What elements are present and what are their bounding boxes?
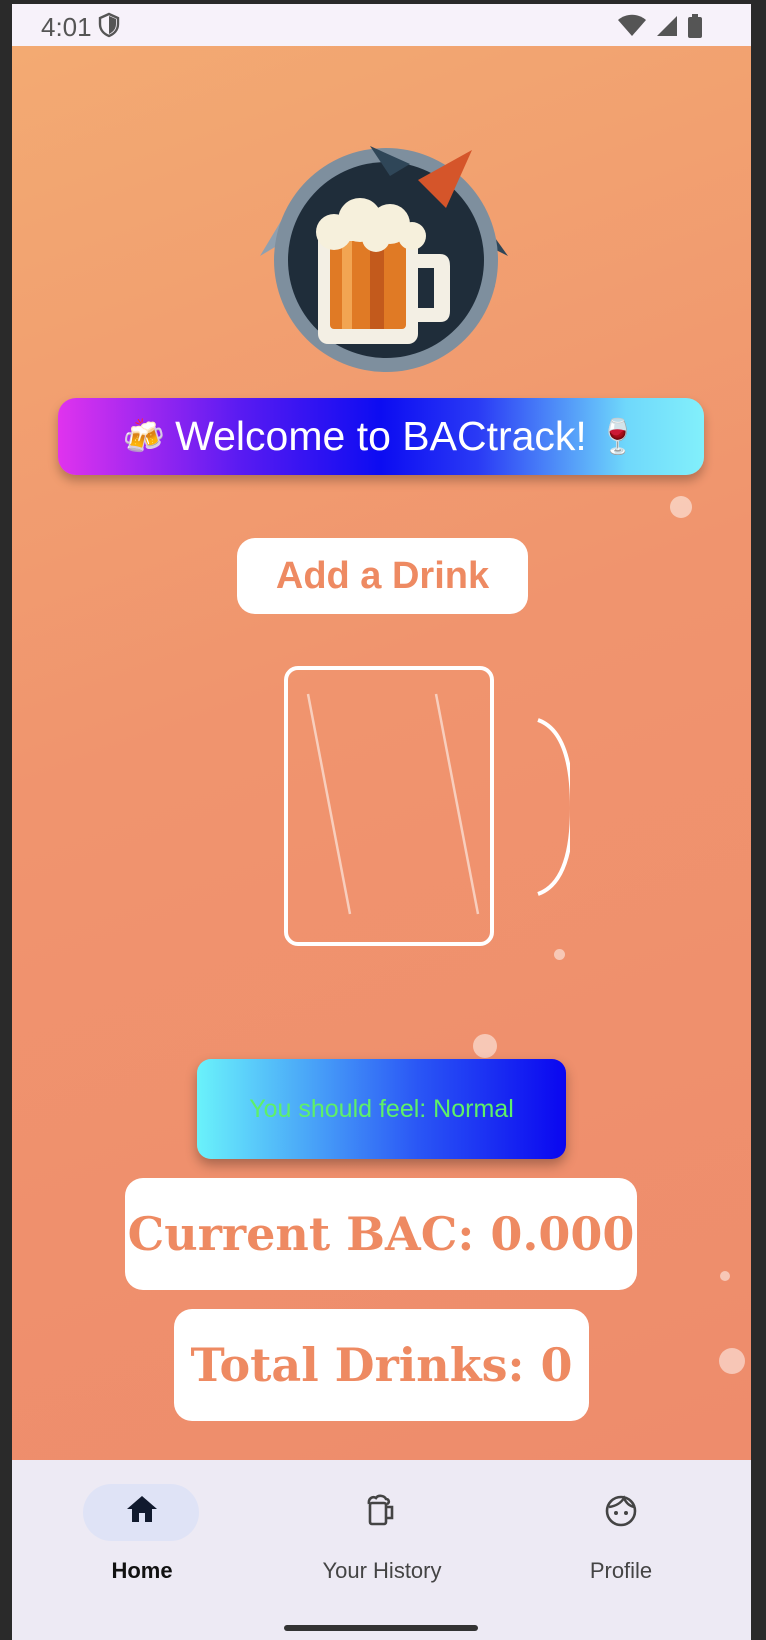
nav-item-history[interactable]: Your History xyxy=(262,1460,502,1600)
welcome-text: Welcome to BACtrack! xyxy=(175,413,587,459)
gesture-home-indicator[interactable] xyxy=(284,1625,478,1631)
app-screen: 4:01 🍻 Welcome to BACtrack! 🍷 Add a Drin… xyxy=(12,4,751,1640)
wifi-icon xyxy=(617,14,647,43)
signal-icon xyxy=(655,14,679,43)
home-icon xyxy=(125,1494,159,1529)
current-bac-text: Current BAC: 0.000 xyxy=(127,1207,635,1261)
beer-mug-icon xyxy=(365,1494,399,1531)
beer-mug-graphic xyxy=(270,662,575,962)
decorative-bubble xyxy=(719,1348,745,1374)
nav-item-home[interactable]: Home xyxy=(22,1460,262,1600)
battery-icon xyxy=(687,14,703,43)
app-logo xyxy=(250,136,520,376)
decorative-bubble xyxy=(720,1271,730,1281)
wine-emoji: 🍷 xyxy=(596,417,640,456)
status-bar: 4:01 xyxy=(12,4,751,46)
decorative-bubble xyxy=(670,496,692,518)
bottom-nav: Home Your History Profile xyxy=(12,1460,751,1640)
nav-label-home: Home xyxy=(111,1558,173,1583)
shield-icon xyxy=(98,12,120,43)
feel-status-card: You should feel: Normal xyxy=(197,1059,566,1159)
nav-label-profile: Profile xyxy=(589,1558,653,1583)
feel-status-text: You should feel: Normal xyxy=(249,1094,514,1123)
home-content: 🍻 Welcome to BACtrack! 🍷 Add a Drink You… xyxy=(12,46,751,1460)
total-drinks-card: Total Drinks: 0 xyxy=(174,1309,589,1421)
cheers-emoji: 🍻 xyxy=(122,417,166,456)
nav-item-profile[interactable]: Profile xyxy=(501,1460,741,1600)
face-icon xyxy=(604,1494,638,1533)
nav-label-history: Your History xyxy=(322,1558,442,1583)
welcome-banner: 🍻 Welcome to BACtrack! 🍷 xyxy=(58,398,704,475)
current-bac-card: Current BAC: 0.000 xyxy=(125,1178,637,1290)
add-drink-button[interactable]: Add a Drink xyxy=(237,538,528,614)
total-drinks-text: Total Drinks: 0 xyxy=(190,1338,573,1392)
decorative-bubble xyxy=(473,1034,497,1058)
status-time: 4:01 xyxy=(41,12,92,42)
status-icons xyxy=(617,14,703,43)
